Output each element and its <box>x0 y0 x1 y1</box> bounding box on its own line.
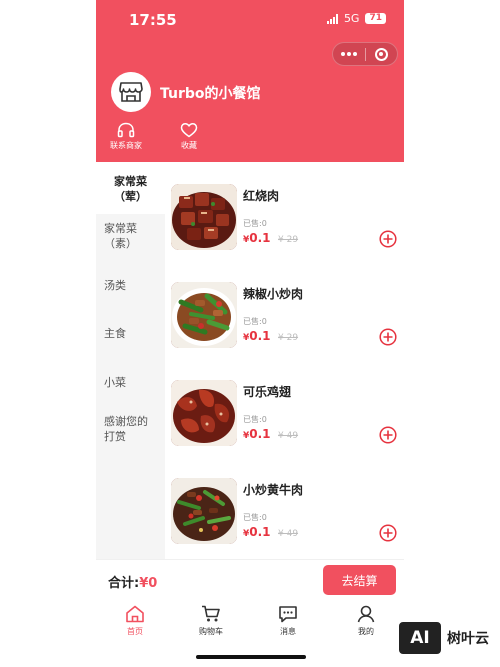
dish-name: 红烧肉 <box>243 189 280 203</box>
tab-profile-label: 我的 <box>358 627 374 636</box>
dish-item[interactable]: 红烧肉 已售:0 ¥0.1 ¥ 29 <box>171 184 398 264</box>
miniprogram-capsule <box>332 42 398 66</box>
category-meat-dishes[interactable]: 家常菜（荤） <box>96 162 165 214</box>
dish-sold-count: 已售:0 <box>243 415 267 424</box>
category-tips[interactable]: 感谢您的打赏 <box>96 414 165 444</box>
dish-item[interactable]: 辣椒小炒肉 已售:0 ¥0.1 ¥ 29 <box>171 282 398 362</box>
dish-price-value: 0.1 <box>249 427 271 441</box>
category-soups[interactable]: 汤类 <box>96 278 165 293</box>
dish-sold-count: 已售:0 <box>243 219 267 228</box>
dish-price-value: 0.1 <box>249 525 271 539</box>
status-time: 17:55 <box>129 11 177 29</box>
dish-sold-count: 已售:0 <box>243 317 267 326</box>
dish-price: ¥0.1 <box>243 329 271 343</box>
tab-cart[interactable]: 购物车 <box>181 605 241 637</box>
dish-original-price: ¥ 29 <box>278 333 299 343</box>
tab-home-label: 首页 <box>127 627 143 636</box>
heart-icon <box>180 123 198 138</box>
tab-profile[interactable]: 我的 <box>336 605 396 637</box>
checkout-button[interactable]: 去结算 <box>323 565 396 595</box>
add-to-cart-icon[interactable] <box>379 524 397 542</box>
shop-header: 17:55 5G 71 Turbo的小餐馆 联系商家 收藏 <box>96 0 404 162</box>
watermark-text: 树叶云 <box>447 631 489 647</box>
dish-photo <box>171 282 237 348</box>
dish-photo <box>171 478 237 544</box>
category-staples[interactable]: 主食 <box>96 326 165 341</box>
tab-home[interactable]: 首页 <box>105 605 165 637</box>
message-icon <box>279 606 297 623</box>
dish-price-value: 0.1 <box>249 231 271 245</box>
shop-logo <box>111 72 151 112</box>
battery-icon: 71 <box>365 13 386 24</box>
cart-icon <box>202 605 220 622</box>
dish-original-price: ¥ 29 <box>278 235 299 245</box>
category-sidebar: 家常菜（荤） 家常菜（素） 汤类 主食 小菜 感谢您的打赏 <box>96 162 165 559</box>
network-type: 5G <box>343 12 360 25</box>
dish-name: 可乐鸡翅 <box>243 385 292 399</box>
status-indicators: 5G 71 <box>326 12 386 25</box>
dish-price: ¥0.1 <box>243 427 271 441</box>
dish-item[interactable]: 小炒黄牛肉 已售:0 ¥0.1 ¥ 49 <box>171 478 398 558</box>
checkout-bar: 合计:¥0 去结算 <box>96 559 404 601</box>
dish-original-price: ¥ 49 <box>278 431 299 441</box>
phone-screen: 17:55 5G 71 Turbo的小餐馆 联系商家 收藏 家常菜（荤） 家常菜… <box>96 0 404 667</box>
contact-merchant-button[interactable]: 联系商家 <box>110 122 142 151</box>
dish-photo <box>171 184 237 250</box>
dish-original-price: ¥ 49 <box>278 529 299 539</box>
favorite-button[interactable]: 收藏 <box>180 122 198 151</box>
dish-item[interactable]: 可乐鸡翅 已售:0 ¥0.1 ¥ 49 <box>171 380 398 460</box>
category-veg-dishes[interactable]: 家常菜（素） <box>96 221 165 251</box>
home-indicator <box>196 655 306 659</box>
watermark-logo: AI <box>398 621 442 655</box>
dish-sold-count: 已售:0 <box>243 513 267 522</box>
contact-merchant-label: 联系商家 <box>110 141 142 150</box>
dish-price: ¥0.1 <box>243 231 271 245</box>
more-dots-icon[interactable] <box>333 42 365 66</box>
cart-total: 合计:¥0 <box>108 572 157 591</box>
dish-price: ¥0.1 <box>243 525 271 539</box>
tab-messages[interactable]: 消息 <box>258 605 318 637</box>
dish-name: 辣椒小炒肉 <box>243 287 304 301</box>
dish-name: 小炒黄牛肉 <box>243 483 304 497</box>
headset-icon <box>117 122 135 138</box>
signal-icon <box>326 13 338 24</box>
store-icon <box>119 82 143 102</box>
dish-photo <box>171 380 237 446</box>
tab-messages-label: 消息 <box>280 627 296 636</box>
dish-price-value: 0.1 <box>249 329 271 343</box>
category-side-dishes[interactable]: 小菜 <box>96 375 165 390</box>
total-amount: ¥0 <box>139 576 158 591</box>
add-to-cart-icon[interactable] <box>379 230 397 248</box>
add-to-cart-icon[interactable] <box>379 426 397 444</box>
close-target-icon[interactable] <box>365 42 397 66</box>
user-icon <box>357 605 375 623</box>
tab-cart-label: 购物车 <box>199 627 223 636</box>
add-to-cart-icon[interactable] <box>379 328 397 346</box>
total-label: 合计: <box>108 576 140 591</box>
home-icon <box>126 605 144 623</box>
shop-name: Turbo的小餐馆 <box>160 86 261 102</box>
watermark: AI 树叶云 <box>398 621 489 655</box>
favorite-label: 收藏 <box>181 141 197 150</box>
